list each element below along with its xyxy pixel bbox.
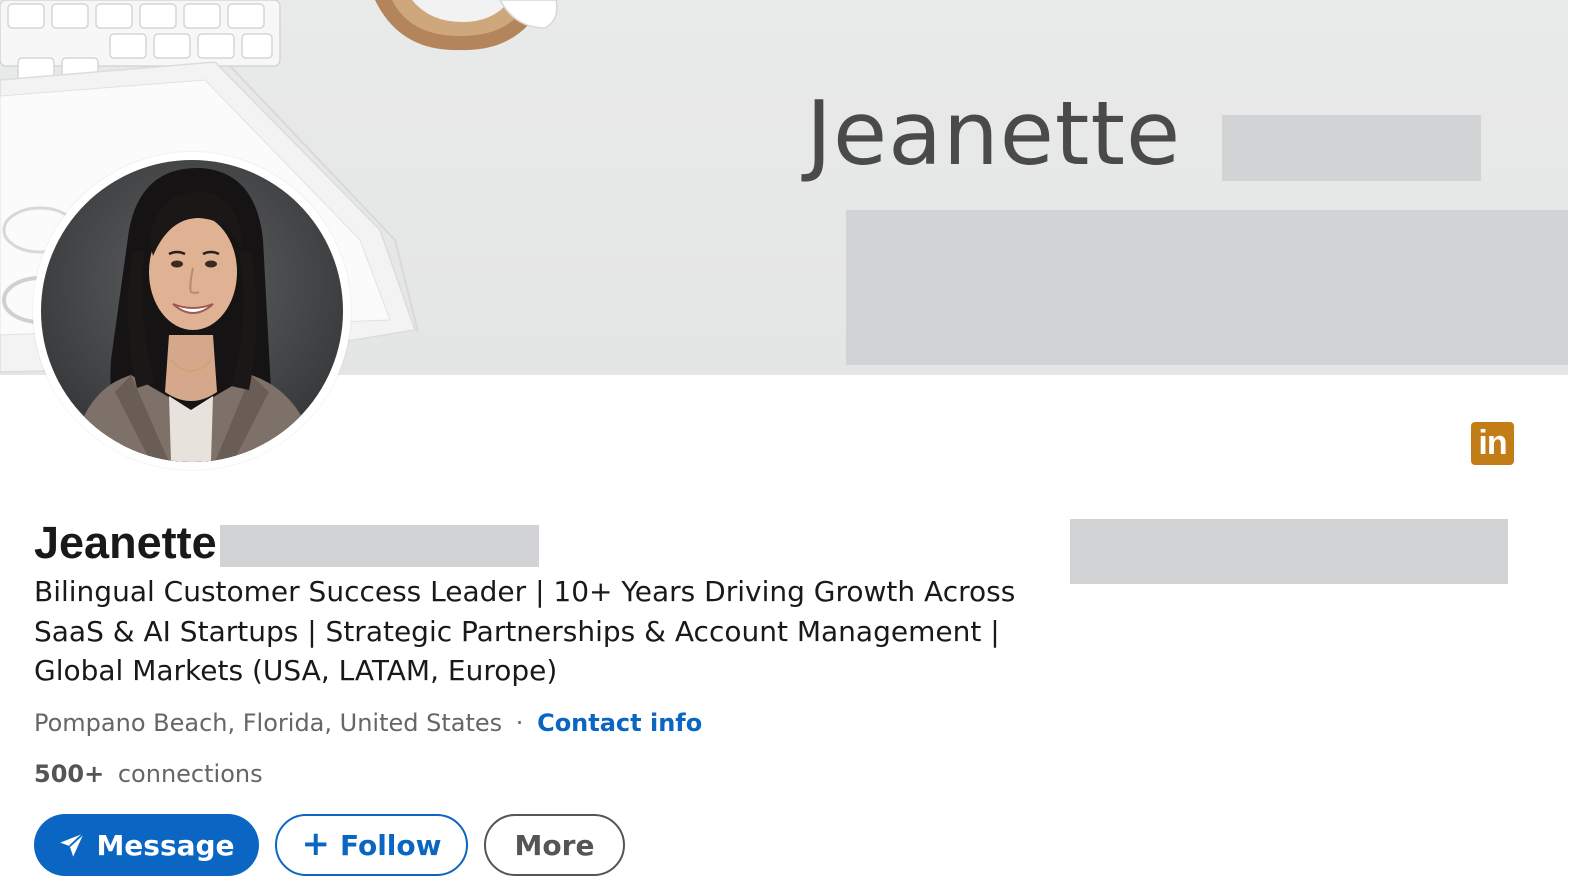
profile-avatar[interactable] — [33, 152, 351, 470]
message-button[interactable]: Message — [34, 814, 259, 876]
follow-button[interactable]: + Follow — [275, 814, 468, 876]
profile-name: Jeanette — [34, 517, 217, 568]
more-button-label: More — [514, 828, 595, 862]
more-button[interactable]: More — [484, 814, 625, 876]
contact-info-link[interactable]: Contact info — [537, 709, 702, 737]
linkedin-icon: in — [1471, 422, 1514, 465]
location-separator: · — [515, 709, 524, 737]
banner-redacted-tagline — [846, 210, 1568, 365]
profile-headline: Bilingual Customer Success Leader | 10+ … — [34, 575, 1016, 687]
banner-name-text: Jeanette — [806, 82, 1182, 185]
connections-number: 500+ — [34, 760, 105, 788]
profile-location: Pompano Beach, Florida, United States — [34, 709, 503, 737]
banner-redacted-surname — [1222, 115, 1481, 181]
plus-icon: + — [301, 823, 330, 864]
redacted-current-company — [1070, 519, 1508, 584]
follow-button-label: Follow — [339, 828, 442, 862]
location-row: Pompano Beach, Florida, United States · … — [34, 704, 702, 742]
message-button-label: Message — [96, 828, 235, 862]
profile-page: Jeanette in Jeanette Bilingual Customer … — [0, 0, 1580, 896]
redacted-surname — [220, 525, 539, 567]
profile-photo — [41, 160, 343, 462]
connections-label: connections — [117, 760, 263, 788]
send-icon — [58, 831, 86, 859]
connections-count[interactable]: 500+ connections — [34, 755, 263, 793]
